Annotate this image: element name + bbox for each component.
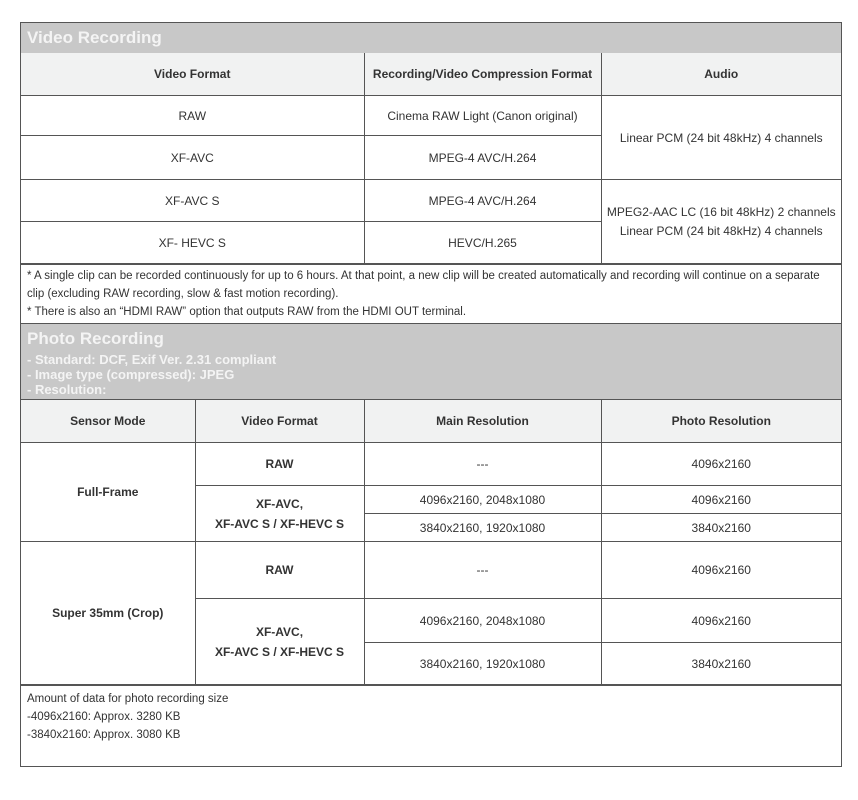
- audio-line: MPEG2-AAC LC (16 bit 48kHz) 2 channels: [606, 204, 836, 219]
- spec-line: - Resolution:: [27, 382, 107, 397]
- photo-table: Sensor Mode Video Format Main Resolution…: [21, 399, 841, 685]
- table-row: Full-Frame RAW --- 4096x2160: [21, 442, 841, 542]
- col-video-format: Video Format: [21, 53, 365, 96]
- table-row: Super 35mm (Crop) RAW --- 4096x2160: [21, 541, 841, 685]
- cell: 4096x2160: [600, 485, 841, 514]
- note: * A single clip can be recorded continuo…: [27, 270, 820, 300]
- table-row: XF-AVC S MPEG-4 AVC/H.264 MPEG2-AAC LC (…: [21, 179, 841, 264]
- photo-recording-header: Photo Recording - Standard: DCF, Exif Ve…: [21, 324, 841, 399]
- cell: 4096x2160, 2048x1080: [363, 598, 602, 643]
- cell: ---: [363, 442, 602, 486]
- section-title: Photo Recording: [27, 329, 164, 348]
- cell: RAW: [194, 442, 365, 486]
- cell: 3840x2160: [600, 642, 841, 685]
- cell: RAW: [21, 95, 365, 136]
- col-audio: Audio: [600, 53, 841, 96]
- cell: 4096x2160: [600, 541, 841, 599]
- cell: Linear PCM (24 bit 48kHz) 4 channels: [600, 95, 841, 180]
- col-sensor-mode: Sensor Mode: [21, 399, 196, 443]
- text: XF-AVC,: [255, 496, 304, 511]
- cell: XF-AVC, XF-AVC S / XF-HEVC S: [195, 485, 365, 542]
- cell: HEVC/H.265: [363, 221, 601, 264]
- spec-line: - Standard: DCF, Exif Ver. 2.31 complian…: [27, 352, 277, 367]
- note: * There is also an “HDMI RAW” option tha…: [27, 306, 467, 318]
- video-table: Video Format Recording/Video Compression…: [21, 53, 841, 264]
- cell: Super 35mm (Crop): [21, 541, 196, 685]
- audio-line: Linear PCM (24 bit 48kHz) 4 channels: [619, 223, 823, 238]
- video-notes: * A single clip can be recorded continuo…: [21, 264, 841, 324]
- text: XF-AVC S / XF-HEVC S: [214, 516, 345, 531]
- photo-notes: Amount of data for photo recording size …: [21, 685, 841, 766]
- spec-line: - Image type (compressed): JPEG: [27, 367, 235, 382]
- cell: 3840x2160: [600, 513, 841, 542]
- note: Amount of data for photo recording size: [27, 693, 229, 705]
- col-photo-resolution: Photo Resolution: [600, 399, 841, 443]
- cell: MPEG2-AAC LC (16 bit 48kHz) 2 channels L…: [600, 179, 841, 264]
- spec-sheet: Video Recording Video Format Recording/V…: [20, 22, 842, 767]
- text: XF-AVC S / XF-HEVC S: [214, 644, 345, 659]
- cell: XF-AVC: [21, 135, 365, 180]
- cell: XF-AVC S: [21, 179, 365, 222]
- cell: MPEG-4 AVC/H.264: [363, 135, 601, 180]
- cell: 4096x2160: [600, 442, 841, 486]
- video-recording-header: Video Recording: [21, 23, 841, 53]
- table-row: RAW Cinema RAW Light (Canon original) Li…: [21, 95, 841, 180]
- col-video-format: Video Format: [194, 399, 365, 443]
- cell: Cinema RAW Light (Canon original): [363, 95, 602, 136]
- cell: MPEG-4 AVC/H.264: [363, 179, 602, 222]
- cell: 4096x2160: [600, 598, 841, 643]
- cell: RAW: [194, 541, 365, 599]
- col-compression: Recording/Video Compression Format: [363, 53, 602, 96]
- note: -3840x2160: Approx. 3080 KB: [27, 729, 181, 741]
- cell: 3840x2160, 1920x1080: [364, 642, 602, 685]
- cell: Full-Frame: [21, 442, 196, 542]
- cell: 3840x2160, 1920x1080: [364, 513, 602, 542]
- text: XF-AVC,: [255, 624, 304, 639]
- note: -4096x2160: Approx. 3280 KB: [27, 711, 181, 723]
- col-main-resolution: Main Resolution: [363, 399, 602, 443]
- cell: XF-AVC, XF-AVC S / XF-HEVC S: [195, 598, 365, 685]
- cell: ---: [363, 541, 602, 599]
- cell: XF- HEVC S: [21, 221, 365, 264]
- cell: 4096x2160, 2048x1080: [363, 485, 602, 514]
